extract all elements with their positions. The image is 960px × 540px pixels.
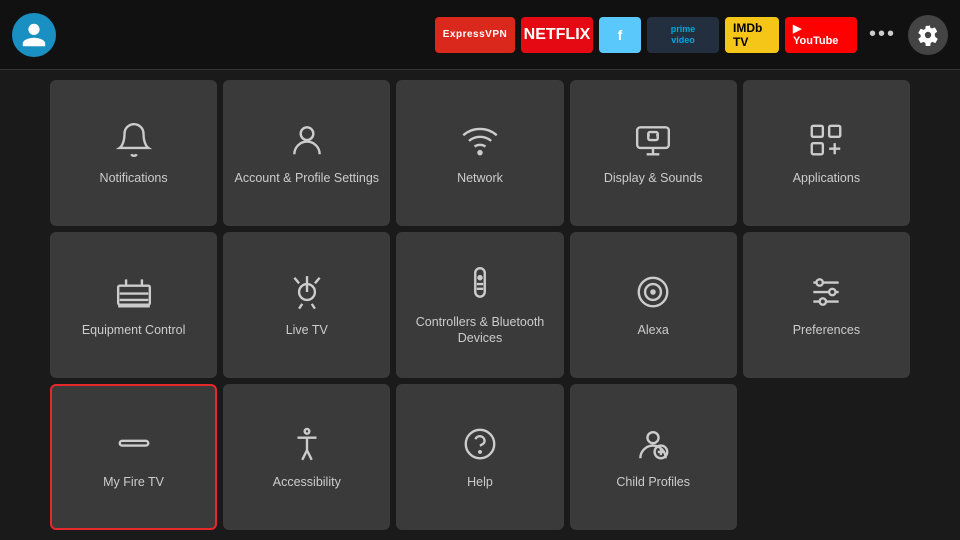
freevee-icon[interactable]: f: [599, 17, 641, 53]
expressvpn-icon[interactable]: ExpressVPN: [435, 17, 515, 53]
accessibility-icon: [287, 424, 327, 464]
settings-tile-childprofiles[interactable]: Child Profiles: [570, 384, 737, 530]
settings-tile-controllers[interactable]: Controllers & Bluetooth Devices: [396, 232, 563, 378]
more-button[interactable]: •••: [863, 19, 902, 50]
sliders-icon: [806, 272, 846, 312]
nav-find[interactable]: [124, 29, 148, 41]
netflix-icon[interactable]: NETFLIX: [521, 17, 593, 53]
display-icon: [633, 120, 673, 160]
apps-icon: [806, 120, 846, 160]
tile-label-livetv: Live TV: [286, 322, 328, 338]
person-icon: [287, 120, 327, 160]
tile-label-help: Help: [467, 474, 493, 490]
nav-home[interactable]: [96, 29, 120, 41]
nav-links: [68, 29, 176, 41]
remote-icon: [460, 264, 500, 304]
help-icon: [460, 424, 500, 464]
settings-tile-accessibility[interactable]: Accessibility: [223, 384, 390, 530]
tile-label-myfiretv: My Fire TV: [103, 474, 164, 490]
empty-cell-14: [743, 384, 910, 530]
settings-tile-applications[interactable]: Applications: [743, 80, 910, 226]
settings-tile-account[interactable]: Account & Profile Settings: [223, 80, 390, 226]
tile-label-childprofiles: Child Profiles: [616, 474, 690, 490]
settings-tile-notifications[interactable]: Notifications: [50, 80, 217, 226]
settings-tile-myfiretv[interactable]: My Fire TV: [50, 384, 217, 530]
tile-label-network: Network: [457, 170, 503, 186]
antenna-icon: [287, 272, 327, 312]
settings-tile-preferences[interactable]: Preferences: [743, 232, 910, 378]
avatar[interactable]: [12, 13, 56, 57]
tile-label-accessibility: Accessibility: [273, 474, 341, 490]
firetv-icon: [114, 424, 154, 464]
settings-main: Notifications Account & Profile Settings…: [0, 70, 960, 540]
primevideo-icon[interactable]: primevideo: [647, 17, 719, 53]
nav-library[interactable]: [68, 29, 92, 41]
settings-tile-livetv[interactable]: Live TV: [223, 232, 390, 378]
settings-tile-network[interactable]: Network: [396, 80, 563, 226]
childprofile-icon: [633, 424, 673, 464]
youtube-icon[interactable]: ▶ YouTube: [785, 17, 857, 53]
settings-tile-equipment[interactable]: Equipment Control: [50, 232, 217, 378]
imdb-icon[interactable]: IMDb TV: [725, 17, 779, 53]
tile-label-applications: Applications: [793, 170, 860, 186]
tv-icon: [114, 272, 154, 312]
wifi-icon: [460, 120, 500, 160]
settings-tile-alexa[interactable]: Alexa: [570, 232, 737, 378]
app-icons: ExpressVPN NETFLIX f primevideo IMDb TV …: [435, 15, 948, 55]
tile-label-controllers: Controllers & Bluetooth Devices: [406, 314, 553, 347]
settings-tile-display[interactable]: Display & Sounds: [570, 80, 737, 226]
tile-label-notifications: Notifications: [100, 170, 168, 186]
tile-label-account: Account & Profile Settings: [235, 170, 380, 186]
top-nav: ExpressVPN NETFLIX f primevideo IMDb TV …: [0, 0, 960, 70]
tile-label-display: Display & Sounds: [604, 170, 703, 186]
tile-label-preferences: Preferences: [793, 322, 860, 338]
tile-label-equipment: Equipment Control: [82, 322, 186, 338]
settings-tile-help[interactable]: Help: [396, 384, 563, 530]
settings-grid: Notifications Account & Profile Settings…: [50, 80, 910, 530]
nav-live[interactable]: [152, 29, 176, 41]
bell-icon: [114, 120, 154, 160]
tile-label-alexa: Alexa: [638, 322, 669, 338]
settings-button[interactable]: [908, 15, 948, 55]
alexa-icon: [633, 272, 673, 312]
